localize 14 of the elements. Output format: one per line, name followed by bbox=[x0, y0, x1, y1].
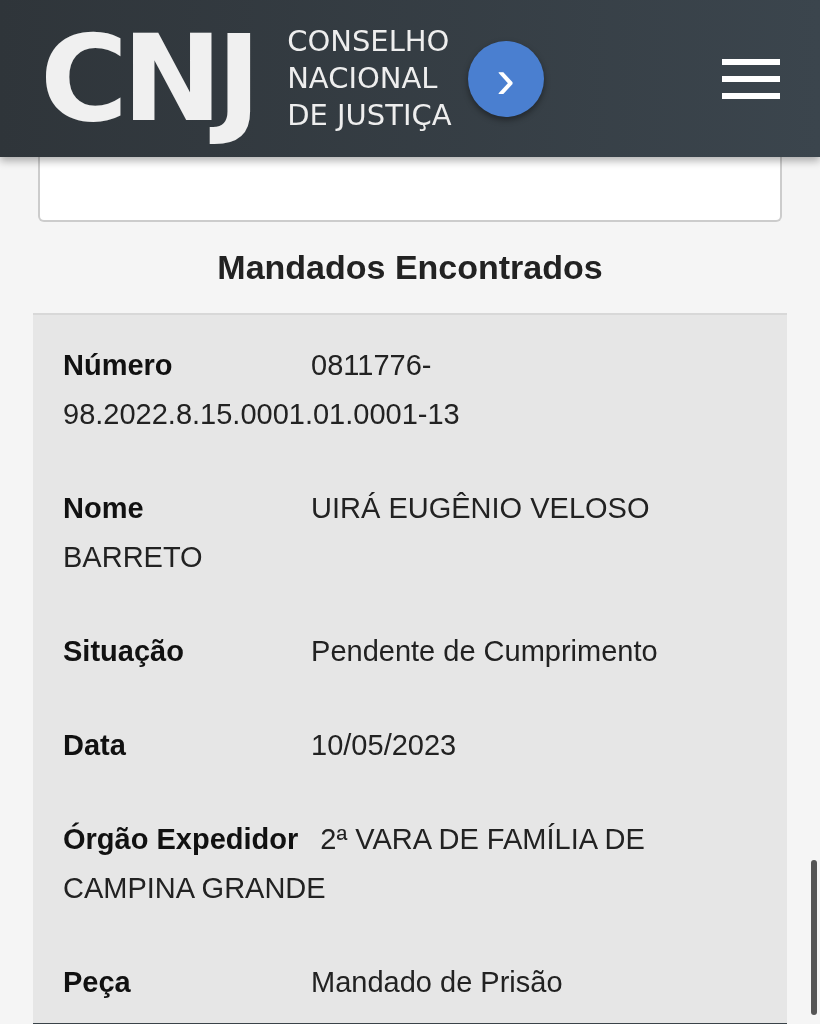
logo-text: NACIONAL bbox=[287, 60, 439, 97]
scrollbar[interactable] bbox=[811, 860, 817, 1015]
field-row-text: Peça Mandado de Prisão bbox=[63, 965, 564, 1000]
logo[interactable]: CNJ bbox=[40, 6, 264, 151]
logo-text: CONSELHO bbox=[287, 23, 451, 60]
field-row-text: Data 10/05/2023 bbox=[63, 728, 458, 763]
next-button[interactable]: › bbox=[467, 40, 544, 117]
section-title: Mandados Encontrados bbox=[216, 247, 604, 288]
field-row-text: Número 0811776-98.2022.8.15.0001.01.0001-13 bbox=[63, 348, 461, 432]
logo-text: DE JUSTIÇA bbox=[287, 97, 452, 134]
menu-icon[interactable] bbox=[722, 58, 780, 99]
field-row-text: Nome UIRÁ EUGÊNIO VELOSO BARRETO bbox=[63, 491, 651, 575]
field-row-text: Órgão Expedidor 2ª VARA DE FAMÍLIA DE CAMPINA GRANDE bbox=[63, 821, 646, 906]
field-row-text: Situação Pendente de Cumprimento bbox=[63, 634, 659, 669]
